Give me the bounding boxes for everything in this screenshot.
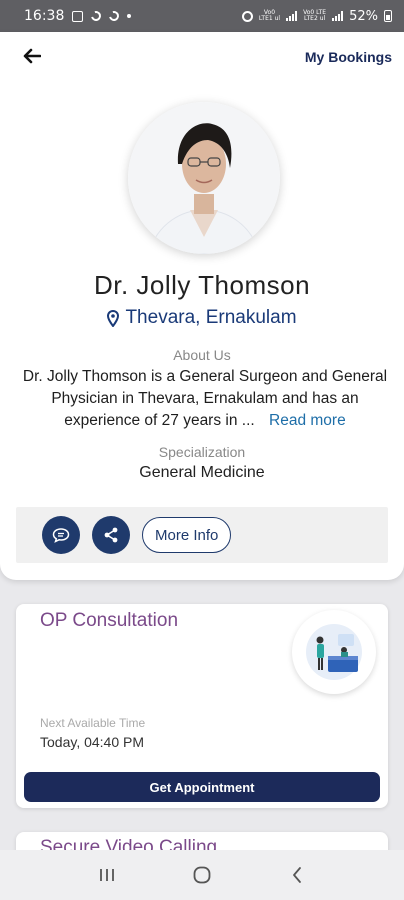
signal-icon xyxy=(286,11,298,21)
reception-illustration xyxy=(292,610,376,694)
chat-button[interactable] xyxy=(42,516,80,554)
about-text: Dr. Jolly Thomson is a General Surgeon a… xyxy=(20,366,390,432)
doctor-profile-card: My Bookings Dr. Jolly Thomson Thevara, E… xyxy=(0,32,404,580)
map-pin-icon xyxy=(107,309,120,327)
notification-dot-icon xyxy=(127,14,132,18)
op-consultation-card: OP Consultation Next Available Time Toda… xyxy=(16,604,388,808)
arrow-left-icon xyxy=(23,48,41,64)
read-more-link[interactable]: Read more xyxy=(269,412,346,429)
recent-apps-button[interactable] xyxy=(87,855,127,895)
network-2-bottom: LTE2 ul xyxy=(304,15,326,22)
doctor-location: Thevara, Ernakulam xyxy=(0,307,404,329)
share-icon xyxy=(104,527,118,543)
action-bar: More Info xyxy=(16,507,388,563)
status-time: 16:38 xyxy=(24,8,65,24)
share-button[interactable] xyxy=(92,516,130,554)
signal-icon xyxy=(332,11,344,21)
home-button[interactable] xyxy=(182,855,222,895)
location-text: Thevara, Ernakulam xyxy=(125,307,297,328)
network-2-info: Vo0 LTE LTE2 ul xyxy=(303,10,326,22)
my-bookings-link[interactable]: My Bookings xyxy=(305,49,392,65)
doctor-name: Dr. Jolly Thomson xyxy=(93,270,311,300)
chevron-left-icon xyxy=(292,867,301,883)
more-info-button[interactable]: More Info xyxy=(142,517,232,553)
get-appointment-button[interactable]: Get Appointment xyxy=(24,772,380,802)
recent-apps-icon xyxy=(100,869,115,881)
next-available-time: Today, 04:40 PM xyxy=(40,734,145,750)
op-consultation-title: OP Consultation xyxy=(40,610,179,631)
moon-icon xyxy=(107,9,122,23)
battery-icon xyxy=(384,10,392,22)
battery-percent: 52% xyxy=(349,8,378,24)
specialization-value: General Medicine xyxy=(139,464,265,481)
next-available-label: Next Available Time xyxy=(40,716,146,730)
back-button[interactable] xyxy=(20,44,44,68)
back-nav-button[interactable] xyxy=(277,855,317,895)
gallery-icon xyxy=(72,10,84,22)
network-1-bottom: LTE1 ul xyxy=(258,15,281,22)
chat-bubble-icon xyxy=(52,528,70,543)
doctor-avatar xyxy=(128,102,280,254)
network-1-info: Vo0 LTE1 ul xyxy=(259,10,280,22)
moon-icon xyxy=(89,9,104,23)
about-label: About Us xyxy=(173,347,231,363)
home-icon xyxy=(193,866,211,884)
system-nav-bar xyxy=(0,850,404,900)
status-bar: 16:38 Vo0 LTE1 ul Vo0 LTE LTE2 ul 52% xyxy=(0,0,404,32)
alarm-icon xyxy=(241,10,253,22)
specialization-label: Specialization xyxy=(158,444,246,460)
